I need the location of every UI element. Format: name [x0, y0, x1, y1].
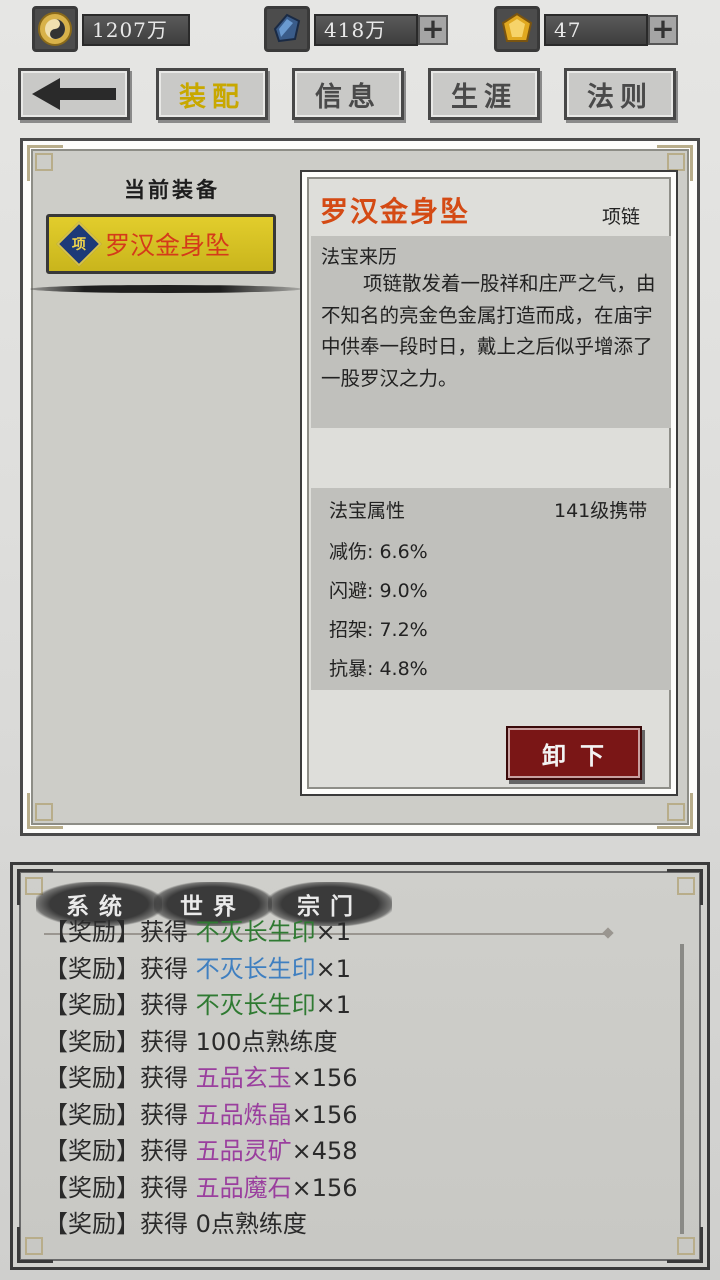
chat-message-list[interactable]: 【奖励】获得 不灭长生印×1 【奖励】获得 不灭长生印×1 【奖励】获得 不灭长生印… [44, 920, 664, 1238]
attribute-value: 6.6% [379, 541, 428, 563]
message-tag: 【奖励】 [44, 954, 140, 983]
lore-text: 项链散发着一股祥和庄严之气，由不知名的亮金色金属打造而成，在庙宇中供奉一段时日，… [321, 272, 656, 390]
message-verb: 获得 [140, 954, 196, 983]
attribute-row: 抗暴: 4.8% [329, 658, 428, 680]
tab-equip[interactable]: 装配 [156, 68, 268, 120]
add-crystal-button[interactable]: + [418, 15, 448, 45]
back-button[interactable] [18, 68, 130, 120]
message-tag: 【奖励】 [44, 991, 140, 1019]
message-item-link[interactable]: 不灭长生印 [196, 955, 316, 983]
message-verb: 获得 [140, 1137, 196, 1165]
chat-message: 【奖励】获得 不灭长生印×1 [44, 987, 358, 1024]
message-suffix: ×156 [291, 1100, 358, 1129]
message-item-link[interactable]: 五品灵矿 [196, 1137, 292, 1165]
message-suffix: ×156 [291, 1173, 358, 1202]
message-suffix: ×1 [315, 991, 352, 1019]
message-tag: 【奖励】 [44, 1173, 140, 1202]
message-suffix: 0点熟练度 [195, 1210, 307, 1238]
message-suffix: ×1 [315, 954, 352, 983]
attribute-row: 减伤: 6.6% [329, 541, 428, 563]
chat-message: 【奖励】获得 五品玄玉×156 [44, 1060, 358, 1097]
message-tag: 【奖励】 [44, 1137, 140, 1165]
attribute-name: 抗暴 [329, 658, 368, 680]
attribute-row: 招架: 7.2% [329, 619, 428, 641]
lore-label: 法宝来历 [321, 246, 398, 268]
chat-message: 【奖励】获得 不灭长生印×1 [44, 951, 358, 988]
equipped-item-slot[interactable]: 项 罗汉金身坠 [46, 214, 276, 274]
corner-ornament [667, 869, 703, 905]
corner-ornament [27, 793, 63, 829]
message-tag: 【奖励】 [44, 1100, 140, 1129]
chat-message: 【奖励】获得 五品炼晶×156 [44, 1097, 358, 1134]
attribute-value: 7.2% [379, 619, 428, 641]
message-verb: 获得 [140, 1064, 196, 1092]
message-suffix: 100点熟练度 [195, 1027, 338, 1056]
message-tag: 【奖励】 [44, 1210, 140, 1238]
copper-amount: 1207万 [82, 14, 190, 46]
blue-crystal-icon [264, 6, 310, 52]
corner-ornament [657, 793, 693, 829]
chat-message: 【奖励】获得 100点熟练度 [44, 1024, 358, 1061]
attribute-name: 减伤 [329, 541, 368, 563]
corner-ornament [27, 145, 63, 181]
message-verb: 获得 [140, 920, 196, 946]
chat-scrollbar[interactable] [680, 944, 684, 1234]
message-suffix: ×1 [315, 920, 352, 946]
message-verb: 获得 [140, 991, 196, 1019]
message-item-link[interactable]: 不灭长生印 [196, 991, 316, 1019]
attribute-value: 9.0% [379, 580, 428, 602]
attributes-label: 法宝属性 [329, 500, 406, 522]
tab-career[interactable]: 生涯 [428, 68, 540, 120]
chat-message: 【奖励】获得 不灭长生印×1 [44, 920, 358, 951]
back-arrow-icon [32, 78, 116, 110]
message-item-link[interactable]: 五品玄玉 [196, 1064, 292, 1092]
necklace-slot-icon: 项 [56, 221, 102, 267]
attribute-value: 4.8% [379, 658, 428, 680]
message-item-link[interactable]: 五品魔石 [196, 1174, 292, 1202]
chat-message: 【奖励】获得 五品魔石×156 [44, 1170, 358, 1207]
unequip-button[interactable]: 卸下 [506, 726, 642, 780]
crystal-amount: 418万 [314, 14, 418, 46]
slot-badge-text: 项 [72, 237, 86, 253]
message-verb: 获得 [140, 1027, 196, 1056]
item-type: 项链 [602, 206, 641, 228]
tab-rules[interactable]: 法则 [564, 68, 676, 120]
message-suffix: ×156 [291, 1064, 358, 1092]
message-item-link[interactable]: 不灭长生印 [196, 920, 316, 946]
message-verb: 获得 [140, 1100, 196, 1129]
attribute-row: 闪避: 9.0% [329, 580, 428, 602]
yin-yang-coin-icon [32, 6, 78, 52]
message-item-link[interactable]: 五品炼晶 [196, 1101, 292, 1129]
carry-level: 141级携带 [554, 500, 648, 522]
current-equipment-title: 当前装备 [124, 177, 220, 202]
item-name: 罗汉金身坠 [320, 195, 471, 228]
attribute-name: 闪避 [329, 580, 368, 602]
corner-ornament [667, 1227, 703, 1263]
message-suffix: ×458 [291, 1137, 358, 1165]
gold-amount: 47 [544, 14, 648, 46]
message-tag: 【奖励】 [44, 920, 140, 946]
message-tag: 【奖励】 [44, 1064, 140, 1092]
message-tag: 【奖励】 [44, 1027, 140, 1056]
chat-message: 【奖励】获得 五品灵矿×458 [44, 1133, 358, 1170]
add-gold-button[interactable]: + [648, 15, 678, 45]
message-verb: 获得 [140, 1173, 196, 1202]
chat-message: 【奖励】获得 0点熟练度 [44, 1206, 358, 1238]
message-verb: 获得 [140, 1210, 196, 1238]
gold-gem-icon [494, 6, 540, 52]
ink-brush-divider [30, 285, 302, 293]
equipped-item-name: 罗汉金身坠 [105, 231, 231, 260]
attribute-name: 招架 [329, 619, 368, 641]
tab-info[interactable]: 信息 [292, 68, 404, 120]
